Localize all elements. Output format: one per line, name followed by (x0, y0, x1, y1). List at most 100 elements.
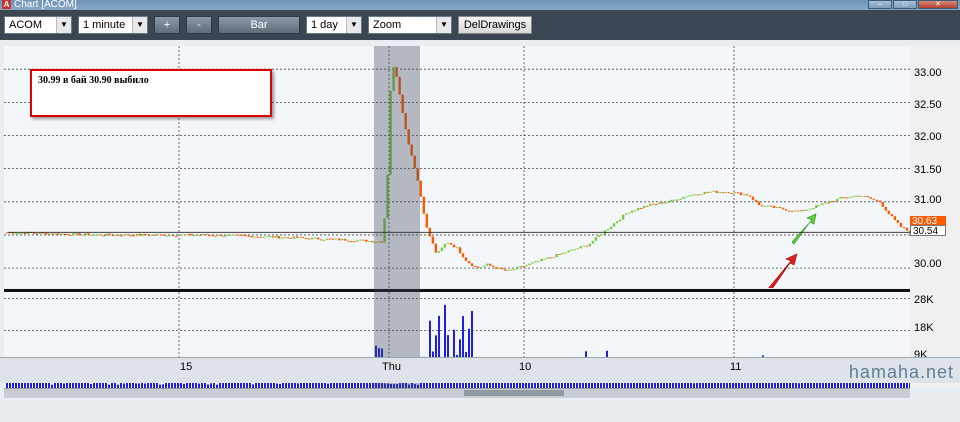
price-candle (637, 208, 640, 211)
price-candle (470, 263, 474, 267)
price-candle (434, 243, 438, 253)
price-candle (655, 204, 658, 206)
price-candle (316, 237, 320, 240)
price-candle (519, 266, 522, 268)
price-candle (280, 237, 284, 239)
pane-divider[interactable] (4, 289, 910, 292)
price-candle (691, 194, 694, 196)
price-candle (422, 196, 425, 214)
zoom-out-button[interactable]: - (186, 16, 212, 34)
price-candle (721, 192, 724, 194)
price-candle (794, 210, 797, 212)
price-candle (87, 233, 90, 236)
price-candle (102, 235, 105, 237)
price-candle (727, 192, 730, 194)
price-candle (742, 194, 746, 196)
price-candle (292, 236, 296, 239)
price-candle (537, 261, 540, 263)
symbol-select[interactable]: ACOM ▼ (4, 16, 72, 34)
close-button[interactable]: ✕ (918, 0, 958, 9)
price-candle (893, 216, 897, 221)
price-candle (162, 234, 166, 236)
price-candle (159, 234, 163, 236)
price-candle (141, 233, 145, 236)
price-candle (612, 223, 616, 227)
annotation-box[interactable]: 30.99 в бай 30.90 выбило (30, 69, 272, 117)
price-candle (772, 205, 776, 208)
price-candle (821, 203, 824, 205)
chart-type-button[interactable]: Bar (218, 16, 300, 34)
price-candle (712, 190, 715, 192)
price-tick: 30.00 (914, 258, 942, 270)
price-candle (739, 192, 743, 196)
price-candle (664, 202, 667, 204)
zoom-in-button[interactable]: + (154, 16, 180, 34)
price-candle (199, 234, 202, 236)
price-candle (627, 212, 631, 214)
zoom-select[interactable]: Zoom ▼ (368, 16, 452, 34)
price-candle (697, 194, 700, 196)
price-candle (733, 192, 737, 194)
price-candle (579, 246, 583, 249)
price-candle (211, 235, 214, 237)
price-candle (800, 209, 803, 212)
price-candle (217, 234, 220, 236)
price-candle (736, 192, 740, 194)
price-candle (184, 234, 187, 236)
price-candle (766, 205, 770, 207)
del-drawings-button[interactable]: DelDrawings (458, 16, 532, 34)
price-candle (818, 204, 821, 206)
price-candle (325, 238, 329, 240)
price-candle (60, 233, 63, 235)
price-candle (14, 233, 18, 235)
price-candle (600, 234, 604, 236)
price-candle (745, 194, 749, 196)
price-candle (806, 209, 809, 211)
interval-select[interactable]: 1 minute ▼ (78, 16, 148, 34)
minimize-button[interactable]: – (868, 0, 892, 9)
price-candle (467, 260, 471, 264)
scrollbar-thumb[interactable] (464, 390, 564, 396)
price-candle (784, 209, 788, 211)
price-candle (304, 237, 308, 239)
price-candle (706, 191, 709, 193)
price-candle (144, 233, 148, 236)
price-candle (848, 197, 851, 199)
chart-scrollbar[interactable] (4, 388, 910, 398)
maximize-button[interactable]: □ (893, 0, 917, 9)
price-candle (875, 199, 878, 201)
price-candle (643, 205, 646, 209)
price-candle (582, 245, 586, 247)
price-candle (555, 253, 558, 258)
price-candle (328, 238, 332, 240)
price-candle (223, 236, 226, 238)
price-candle (658, 202, 661, 205)
price-candle (90, 234, 93, 236)
price-candle (120, 235, 123, 237)
price-candle (522, 266, 525, 268)
price-candle (132, 235, 136, 237)
price-candle (452, 244, 456, 248)
price-candle (440, 247, 444, 252)
price-candle (57, 233, 60, 235)
price-candle (283, 237, 287, 239)
price-candle (99, 234, 102, 236)
price-candle (226, 234, 229, 237)
price-candle (830, 200, 833, 203)
price-candle (815, 205, 818, 209)
price-candle (196, 234, 199, 236)
price-candle (277, 235, 281, 239)
price-candle (177, 235, 181, 237)
price-candle (682, 196, 685, 199)
price-candle (567, 250, 570, 253)
range-select[interactable]: 1 day ▼ (306, 16, 362, 34)
price-candle (528, 263, 531, 266)
price-candle (507, 270, 510, 272)
price-candle (187, 233, 190, 235)
price-candle (633, 210, 637, 212)
price-candle (75, 232, 78, 234)
price-candle (20, 232, 24, 234)
zoom-value: Zoom (373, 19, 402, 31)
price-candle (769, 205, 773, 207)
price-candle (540, 258, 543, 262)
